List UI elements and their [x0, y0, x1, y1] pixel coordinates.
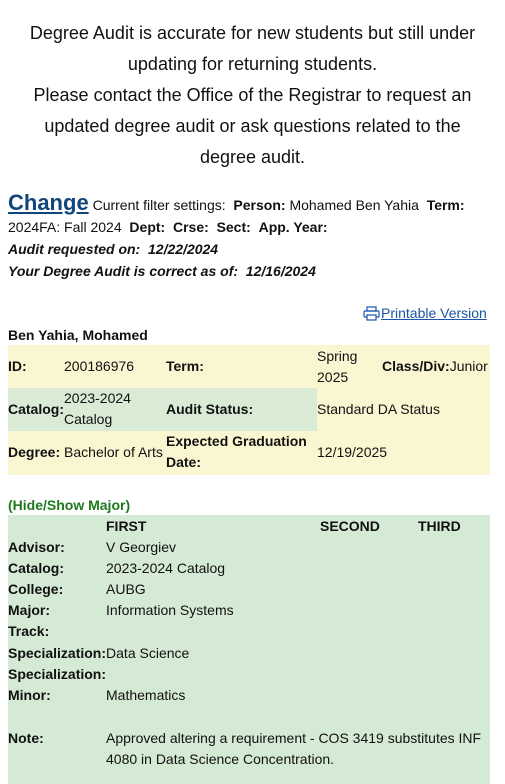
- class-div-label: Class/Div:: [382, 358, 450, 374]
- catalog-label: Catalog:: [8, 401, 64, 417]
- term-filter-value: 2024FA: Fall 2024: [8, 219, 122, 235]
- catalog-value-line2: Catalog: [64, 411, 113, 427]
- printable-version-label[interactable]: Printable Version: [381, 305, 487, 321]
- printable-version-link[interactable]: Printable Version: [363, 305, 487, 321]
- crse-label: Crse:: [172, 219, 209, 235]
- term-filter-label: Term:: [426, 197, 465, 213]
- printer-icon: [363, 305, 380, 321]
- audit-correct-value: 12/16/2024: [245, 263, 316, 279]
- notice-line: updating for returning students.: [127, 54, 378, 74]
- note-line2: 4080 in Data Science Concentration.: [106, 751, 335, 767]
- class-div-value: Junior: [449, 358, 488, 374]
- advisor-value: V Georgiev: [106, 539, 177, 555]
- audit-status-value: Standard DA Status: [317, 401, 440, 417]
- col-second-header: SECOND: [320, 518, 380, 534]
- app-year-label: App. Year:: [258, 219, 328, 235]
- degree-value: Bachelor of Arts: [64, 444, 163, 460]
- notice-line: degree audit.: [199, 147, 306, 167]
- major-value: Information Systems: [106, 602, 234, 618]
- track-label: Track:: [8, 623, 50, 639]
- person-value: Mohamed Ben Yahia: [289, 197, 419, 213]
- id-label: ID:: [8, 358, 27, 374]
- specialization-2-label: Specialization:: [8, 666, 107, 682]
- term-value-line2: 2025: [317, 369, 349, 385]
- notice-line: updated degree audit or ask questions re…: [44, 116, 461, 136]
- college-label: College:: [8, 581, 64, 597]
- student-name: Ben Yahia, Mohamed: [8, 327, 148, 343]
- sect-label: Sect:: [216, 219, 251, 235]
- hide-show-major-link[interactable]: (Hide/Show Major): [8, 497, 130, 513]
- major-label: Major:: [8, 602, 50, 618]
- id-value: 200186976: [64, 358, 135, 374]
- notice-line: Please contact the Office of the Registr…: [33, 85, 472, 105]
- major-table: FIRST SECOND THIRD Advisor: V Georgiev C…: [8, 515, 490, 784]
- term-label: Term:: [166, 358, 204, 374]
- note-label: Note:: [8, 730, 44, 746]
- specialization-label: Specialization:: [8, 645, 107, 661]
- audit-correct-label: Your Degree Audit is correct as of:: [8, 263, 239, 279]
- degree-label: Degree:: [8, 444, 61, 460]
- grad-date-value: 12/19/2025: [317, 444, 388, 460]
- minor-label: Minor:: [8, 687, 51, 703]
- filter-settings-label: Current filter settings:: [92, 197, 226, 213]
- college-value: AUBG: [106, 581, 146, 597]
- advisor-label: Advisor:: [8, 539, 65, 555]
- catalog-value-line1: 2023-2024: [64, 390, 131, 406]
- audit-requested-value: 12/22/2024: [148, 241, 219, 257]
- change-link[interactable]: Change: [8, 190, 89, 215]
- major-catalog-value: 2023-2024 Catalog: [106, 560, 226, 576]
- col-third-header: THIRD: [418, 518, 461, 534]
- term-value-line1: Spring: [317, 348, 358, 364]
- note-line1: Approved altering a requirement - COS 34…: [106, 730, 482, 746]
- notice-banner: Degree Audit is accurate for new student…: [0, 18, 505, 173]
- student-summary-table: ID: 200186976 Term: Spring 2025 Class/Di…: [8, 345, 490, 475]
- specialization-value: Data Science: [106, 645, 190, 661]
- dept-label: Dept:: [129, 219, 166, 235]
- major-catalog-label: Catalog:: [8, 560, 64, 576]
- notice-line: Degree Audit is accurate for new student…: [29, 23, 476, 43]
- filter-settings: Change Current filter settings: Person: …: [8, 192, 498, 282]
- person-label: Person:: [233, 197, 286, 213]
- audit-status-label: Audit Status:: [166, 401, 254, 417]
- minor-value: Mathematics: [106, 687, 186, 703]
- col-first-header: FIRST: [106, 518, 147, 534]
- grad-label-line2: Date:: [166, 454, 202, 470]
- grad-label-line1: Expected Graduation: [166, 433, 307, 449]
- audit-requested-label: Audit requested on:: [8, 241, 141, 257]
